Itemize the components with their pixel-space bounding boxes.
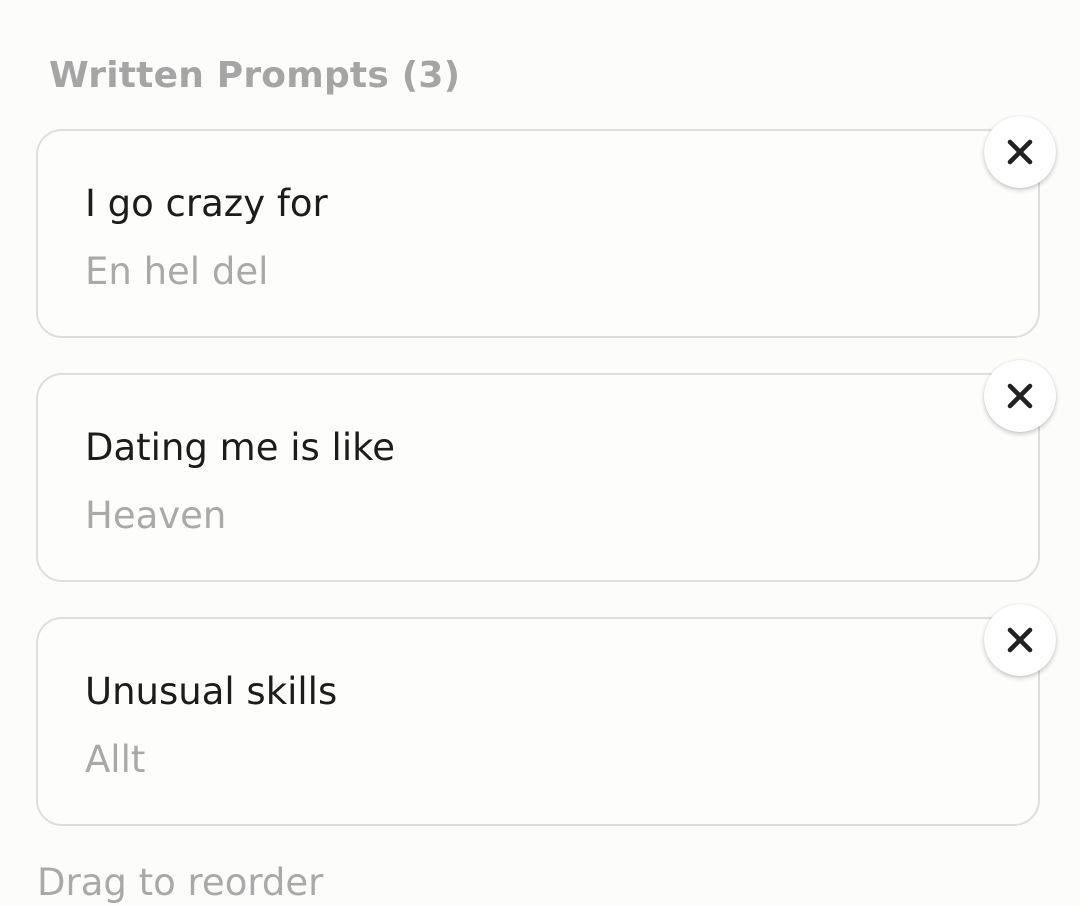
prompt-list: I go crazy for En hel del Dating me is l… bbox=[0, 0, 1080, 906]
drag-to-reorder-hint: Drag to reorder bbox=[37, 861, 324, 904]
prompt-question: I go crazy for bbox=[85, 182, 328, 225]
prompt-card[interactable]: Unusual skills Allt bbox=[36, 617, 1040, 826]
prompt-answer: En hel del bbox=[85, 250, 269, 293]
close-icon bbox=[1007, 627, 1033, 653]
prompt-card[interactable]: I go crazy for En hel del bbox=[36, 129, 1040, 338]
close-icon bbox=[1007, 383, 1033, 409]
prompt-card[interactable]: Dating me is like Heaven bbox=[36, 373, 1040, 582]
prompt-question: Unusual skills bbox=[85, 670, 338, 713]
remove-prompt-button[interactable] bbox=[984, 604, 1056, 676]
prompt-question: Dating me is like bbox=[85, 426, 395, 469]
remove-prompt-button[interactable] bbox=[984, 116, 1056, 188]
prompt-answer: Heaven bbox=[85, 494, 227, 537]
prompt-answer: Allt bbox=[85, 738, 146, 781]
remove-prompt-button[interactable] bbox=[984, 360, 1056, 432]
close-icon bbox=[1007, 139, 1033, 165]
